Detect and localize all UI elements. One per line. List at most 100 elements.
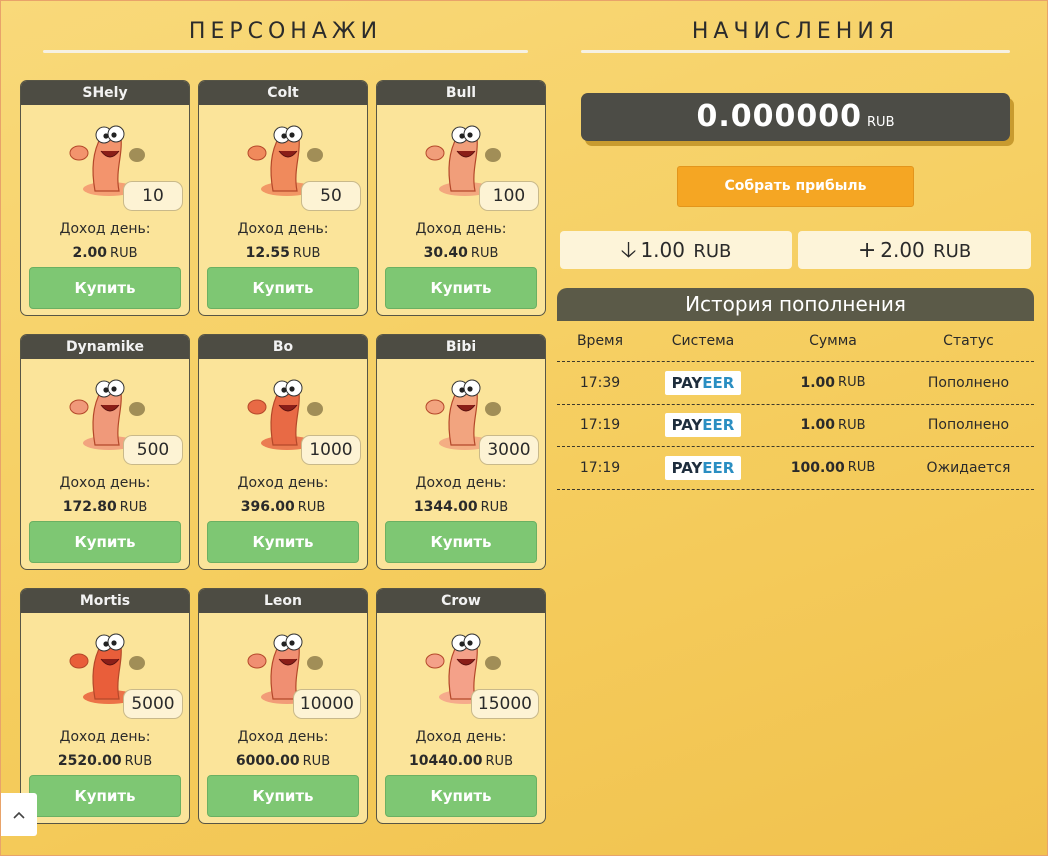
income-value: 2.00 RUB [21,245,189,261]
row-status: Ожидается [926,459,1011,476]
income-value: 396.00 RUB [199,499,367,515]
character-price-badge: 3000 [479,435,539,465]
column-header-status: Статус [943,333,994,349]
character-price-badge: 50 [301,181,361,211]
character-card: Colt 50 Доход день: 12.55 RUB Купить [198,80,368,316]
arrow-down-icon: 🡣 [620,238,637,263]
character-card: Mortis 5000 Доход день: 2520.00 RUB Купить [20,588,190,824]
buy-button[interactable]: Купить [385,775,537,817]
table-header-row: Время Система Сумма Статус [557,321,1034,362]
income-value: 30.40 RUB [377,245,545,261]
buy-button[interactable]: Купить [207,267,359,309]
table-row: 17:19 PAYEER 100.00 RUB Ожидается [557,447,1034,490]
payeer-logo: PAYEER [665,413,741,438]
table-row: 17:19 PAYEER 1.00 RUB Пополнено [557,405,1034,447]
buy-button[interactable]: Купить [29,267,181,309]
income-amount: 2520.00 [57,753,122,769]
character-name: SHely [21,81,189,105]
deposit-history-title: История пополнения [557,288,1034,321]
income-currency: RUB [485,754,513,769]
row-time: 17:39 [579,374,621,391]
income-label: Доход день: [237,729,329,745]
character-card: SHely 10 Доход день: 2.00 RUB Купить [20,80,190,316]
income-value: 10440.00 RUB [377,753,545,769]
deposited-amount: 2.00 [880,238,925,262]
income-amount: 10440.00 [409,753,483,769]
income-currency: RUB [124,754,153,769]
row-amount: 1.00 RUB [763,405,903,447]
balance-amount: 0.000000 [696,99,863,134]
balance-display: 0.000000 RUB [581,93,1010,141]
payeer-logo: PAYEER [665,370,741,395]
income-value: 1344.00 RUB [377,499,545,515]
earnings-section-title: НАЧИСЛЕНИЯ [691,19,900,44]
character-card: Crow 15000 Доход день: 10440.00 RUB Купить [376,588,546,824]
income-currency: RUB [302,754,331,769]
character-price-badge: 10 [123,181,183,211]
earnings-title-divider [581,50,1010,53]
income-amount: 30.40 [423,245,468,261]
character-name: Bull [377,81,545,105]
row-amount-currency: RUB [847,460,876,476]
buy-button[interactable]: Купить [29,521,181,563]
collect-profit-button[interactable]: Собрать прибыль [677,166,914,207]
column-header-time: Время [576,333,624,349]
row-amount: 100.00 RUB [763,447,903,489]
income-amount: 1344.00 [413,499,478,515]
column-header-system: Система [671,333,735,349]
income-value: 12.55 RUB [199,245,367,261]
character-name: Dynamike [21,335,189,359]
buy-button[interactable]: Купить [385,267,537,309]
scroll-top-button[interactable] [1,793,37,836]
row-status: Пополнено [927,374,1010,391]
row-time: 17:19 [579,417,621,434]
deposited-currency: RUB [933,241,972,262]
income-label: Доход день: [59,475,151,491]
buy-button[interactable]: Купить [207,521,359,563]
character-card: Bull 100 Доход день: 30.40 RUB Купить [376,80,546,316]
column-header-amount: Сумма [809,333,857,349]
row-amount-currency: RUB [838,417,866,433]
row-system: PAYEER [643,362,763,404]
plus-icon: + [857,238,877,263]
income-label: Доход день: [415,729,507,745]
withdrawn-currency: RUB [693,241,732,262]
income-label: Доход день: [237,475,329,491]
buy-button[interactable]: Купить [207,775,359,817]
withdrawn-amount: 1.00 [640,238,685,262]
income-label: Доход день: [237,221,329,237]
income-currency: RUB [297,500,326,515]
income-label: Доход день: [415,221,507,237]
character-card: Leon 10000 Доход день: 6000.00 RUB Купить [198,588,368,824]
buy-button[interactable]: Купить [385,521,537,563]
income-amount: 12.55 [245,245,290,261]
character-price-badge: 5000 [123,689,183,719]
character-price-badge: 500 [123,435,183,465]
character-price-badge: 15000 [470,689,539,719]
deposited-stat: +2.00 RUB [798,231,1031,269]
income-currency: RUB [480,500,509,515]
payeer-logo: PAYEER [665,455,741,480]
balance-currency: RUB [867,115,895,130]
buy-button[interactable]: Купить [29,775,181,817]
character-price-badge: 10000 [292,689,361,719]
character-name: Bibi [377,335,545,359]
characters-title-divider [43,50,528,53]
row-time: 17:19 [579,459,621,476]
income-value: 2520.00 RUB [21,753,189,769]
income-currency: RUB [119,500,148,515]
income-amount: 6000.00 [235,753,300,769]
characters-section-title: ПЕРСОНАЖИ [188,19,383,44]
character-price-badge: 100 [479,181,539,211]
row-system: PAYEER [643,405,763,447]
income-value: 6000.00 RUB [199,753,367,769]
income-label: Доход день: [415,475,507,491]
income-currency: RUB [110,246,138,261]
character-card: Bibi 3000 Доход день: 1344.00 RUB Купить [376,334,546,570]
character-name: Crow [377,589,545,613]
income-currency: RUB [292,246,321,261]
row-system: PAYEER [643,447,763,489]
row-amount-currency: RUB [838,375,866,391]
income-amount: 172.80 [62,499,117,515]
row-amount-value: 1.00 [800,374,836,391]
